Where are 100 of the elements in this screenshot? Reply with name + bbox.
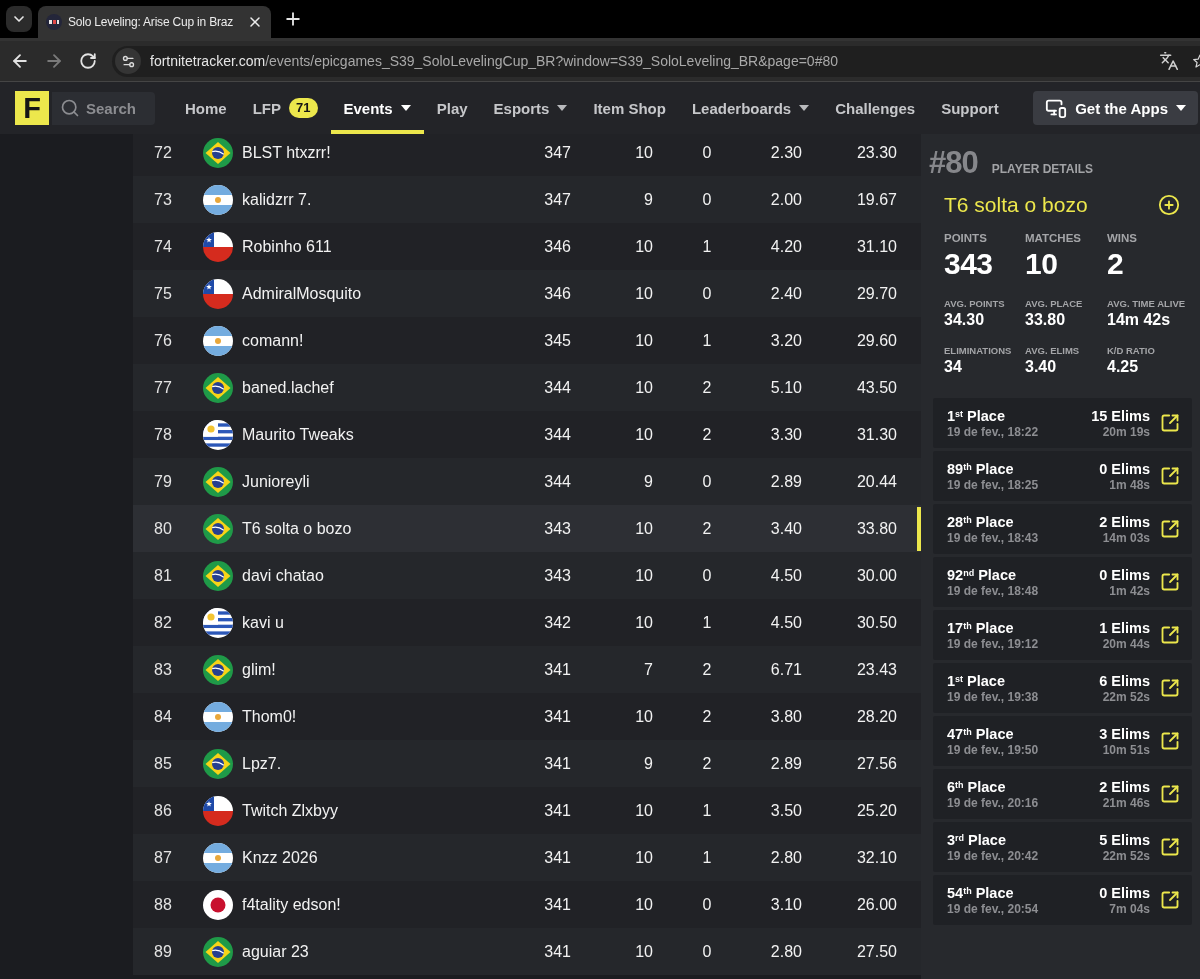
- add-circle-icon[interactable]: [1158, 194, 1180, 216]
- match-card[interactable]: 47$^{th}$ Place 19 de fev., 19:50 3 Elims 10m 51s: [933, 716, 1192, 766]
- external-link-icon[interactable]: [1160, 678, 1180, 698]
- external-link-icon[interactable]: [1160, 890, 1180, 910]
- reload-icon[interactable]: [79, 52, 97, 70]
- table-cell: 10: [635, 143, 653, 162]
- search-field[interactable]: Search: [52, 91, 155, 125]
- nav-tab[interactable]: Leaderboards: [678, 82, 823, 134]
- leaderboard-row[interactable]: 76 comann! 345 10 1 3.20 29.60: [133, 317, 921, 364]
- table-cell: 10: [635, 519, 653, 538]
- site-info-button[interactable]: [115, 48, 141, 74]
- match-card[interactable]: 54$^{th}$ Place 19 de fev., 20:54 0 Elims 7m 04s: [933, 875, 1192, 925]
- external-link-icon[interactable]: [1160, 413, 1180, 433]
- leaderboard-row[interactable]: 81 davi chatao 343 10 0 4.50 30.00: [133, 552, 921, 599]
- match-card[interactable]: 89$^{th}$ Place 19 de fev., 18:25 0 Elims 1m 48s: [933, 451, 1192, 501]
- player-name: baned.lachef: [242, 378, 334, 397]
- external-link-icon[interactable]: [1160, 784, 1180, 804]
- match-card[interactable]: 92$^{nd}$ Place 19 de fev., 18:48 0 Elims 1m 42s: [933, 557, 1192, 607]
- match-card[interactable]: 17$^{th}$ Place 19 de fev., 19:12 1 Elims 20m 44s: [933, 610, 1192, 660]
- table-cell: 43.50: [856, 378, 897, 397]
- site-logo[interactable]: F: [15, 91, 49, 125]
- table-cell: 2.80: [770, 942, 802, 961]
- table-cell: 1: [702, 237, 712, 256]
- translate-icon[interactable]: [1159, 51, 1179, 71]
- address-bar[interactable]: fortnitetracker.com/events/epicgames_S39_SoloLevelingCup_BR?window=S39_SoloLeveling_BR&page=0#80: [112, 45, 1200, 77]
- leaderboard-row[interactable]: 78 Maurito Tweaks 344 10 2 3.30 31.30: [133, 411, 921, 458]
- match-card[interactable]: 3$^{rd}$ Place 19 de fev., 20:42 5 Elims 22m 52s: [933, 822, 1192, 872]
- nav-tab[interactable]: Support: [928, 82, 1012, 134]
- match-card[interactable]: 6$^{th}$ Place 19 de fev., 20:16 2 Elims 21m 46s: [933, 769, 1192, 819]
- leaderboard-row[interactable]: 75 AdmiralMosquito 346 10 0 2.40 29.70: [133, 270, 921, 317]
- external-link-icon[interactable]: [1160, 572, 1180, 592]
- chile-flag-icon: [203, 231, 233, 262]
- leaderboard-row[interactable]: 89 aguiar 23 341 10 0 2.80 27.50: [133, 928, 921, 975]
- stat-value: 2: [1107, 248, 1124, 280]
- nav-tab[interactable]: Challenges: [822, 82, 929, 134]
- nav-tab[interactable]: LFP 71: [239, 82, 331, 134]
- table-cell: 0: [702, 472, 712, 491]
- leaderboard-row[interactable]: 77 baned.lachef 344 10 2 5.10 43.50: [133, 364, 921, 411]
- match-card[interactable]: 1$^{st}$ Place 19 de fev., 18:22 15 Elims 20m 19s: [933, 398, 1192, 448]
- table-cell: 1: [702, 801, 712, 820]
- table-cell: 10: [635, 566, 653, 585]
- external-link-icon[interactable]: [1160, 731, 1180, 751]
- match-card[interactable]: 1$^{st}$ Place 19 de fev., 19:38 6 Elims 22m 52s: [933, 663, 1192, 713]
- rank-cell: 74: [154, 237, 172, 256]
- rank-cell: 75: [154, 284, 172, 303]
- leaderboard-row[interactable]: 84 Thom0! 341 10 2 3.80 28.20: [133, 693, 921, 740]
- table-cell: 31.30: [856, 425, 897, 444]
- leaderboard-row[interactable]: 87 Knzz 2026 341 10 1 2.80 32.10: [133, 834, 921, 881]
- table-cell: 2: [702, 425, 712, 444]
- nav-tab[interactable]: Home: [172, 82, 240, 134]
- nav-tab[interactable]: Item Shop: [580, 82, 679, 134]
- get-apps-button[interactable]: Get the Apps: [1033, 91, 1198, 125]
- star-icon[interactable]: [1192, 53, 1200, 69]
- table-cell: 1: [702, 613, 712, 632]
- leaderboard-row[interactable]: 82 kavi u 342 10 1 4.50 30.50: [133, 599, 921, 646]
- match-elims: 6 Elims: [1099, 672, 1150, 690]
- nav-tab[interactable]: Esports: [480, 82, 581, 134]
- external-link-icon[interactable]: [1160, 837, 1180, 857]
- external-link-icon[interactable]: [1160, 519, 1180, 539]
- match-duration: 10m 51s: [1102, 743, 1150, 757]
- japan-flag-icon: [203, 889, 233, 920]
- count-badge: 71: [289, 98, 318, 118]
- player-name: Maurito Tweaks: [242, 425, 354, 444]
- table-cell: 2.00: [770, 190, 802, 209]
- table-cell: 9: [644, 190, 653, 209]
- table-cell: 10: [635, 331, 653, 350]
- table-cell: 19.67: [856, 190, 897, 209]
- table-cell: 343: [544, 519, 571, 538]
- back-icon[interactable]: [10, 51, 30, 71]
- brazil-flag-icon: [203, 560, 233, 591]
- leaderboard-row[interactable]: 74 Robinho 611 346 10 1 4.20 31.10: [133, 223, 921, 270]
- match-date: 19 de fev., 18:48: [947, 584, 1039, 598]
- external-link-icon[interactable]: [1160, 625, 1180, 645]
- match-card[interactable]: 28$^{th}$ Place 19 de fev., 18:43 2 Elims 14m 03s: [933, 504, 1192, 554]
- match-date: 19 de fev., 19:12: [947, 637, 1039, 651]
- table-cell: 10: [635, 848, 653, 867]
- leaderboard-row[interactable]: 85 Lpz7. 341 9 2 2.89 27.56: [133, 740, 921, 787]
- rank-cell: 86: [154, 801, 172, 820]
- leaderboard-row[interactable]: 79 Junioreyli 344 9 0 2.89 20.44: [133, 458, 921, 505]
- table-cell: 344: [544, 472, 571, 491]
- leaderboard-row[interactable]: 88 f4tality edson! 341 10 0 3.10 26.00: [133, 881, 921, 928]
- brazil-flag-icon: [203, 372, 233, 403]
- leaderboard-row[interactable]: 86 Twitch Zlxbyy 341 10 1 3.50 25.20: [133, 787, 921, 834]
- tab-list-button[interactable]: [6, 6, 32, 32]
- nav-tab[interactable]: Play: [423, 82, 481, 134]
- stat-value: 34: [944, 357, 962, 376]
- table-cell: 343: [544, 566, 571, 585]
- leaderboard-row[interactable]: 80 T6 solta o bozo 343 10 2 3.40 33.80: [133, 505, 921, 552]
- external-link-icon[interactable]: [1160, 466, 1180, 486]
- forward-icon[interactable]: [44, 51, 64, 71]
- table-cell: 2.89: [770, 754, 802, 773]
- match-place: 47$^{th}$ Place: [947, 725, 1015, 743]
- table-cell: 341: [544, 707, 571, 726]
- table-cell: 2.89: [770, 472, 802, 491]
- leaderboard-row[interactable]: 72 BLST htxzrr! 347 10 0 2.30 23.30: [133, 134, 921, 176]
- chile-flag-icon: [203, 278, 233, 309]
- leaderboard-row[interactable]: 83 glim! 341 7 2 6.71 23.43: [133, 646, 921, 693]
- browser-tab[interactable]: Solo Leveling: Arise Cup in Braz: [38, 6, 272, 38]
- table-cell: 342: [544, 613, 571, 632]
- leaderboard-row[interactable]: 73 kalidzrr 7. 347 9 0 2.00 19.67: [133, 176, 921, 223]
